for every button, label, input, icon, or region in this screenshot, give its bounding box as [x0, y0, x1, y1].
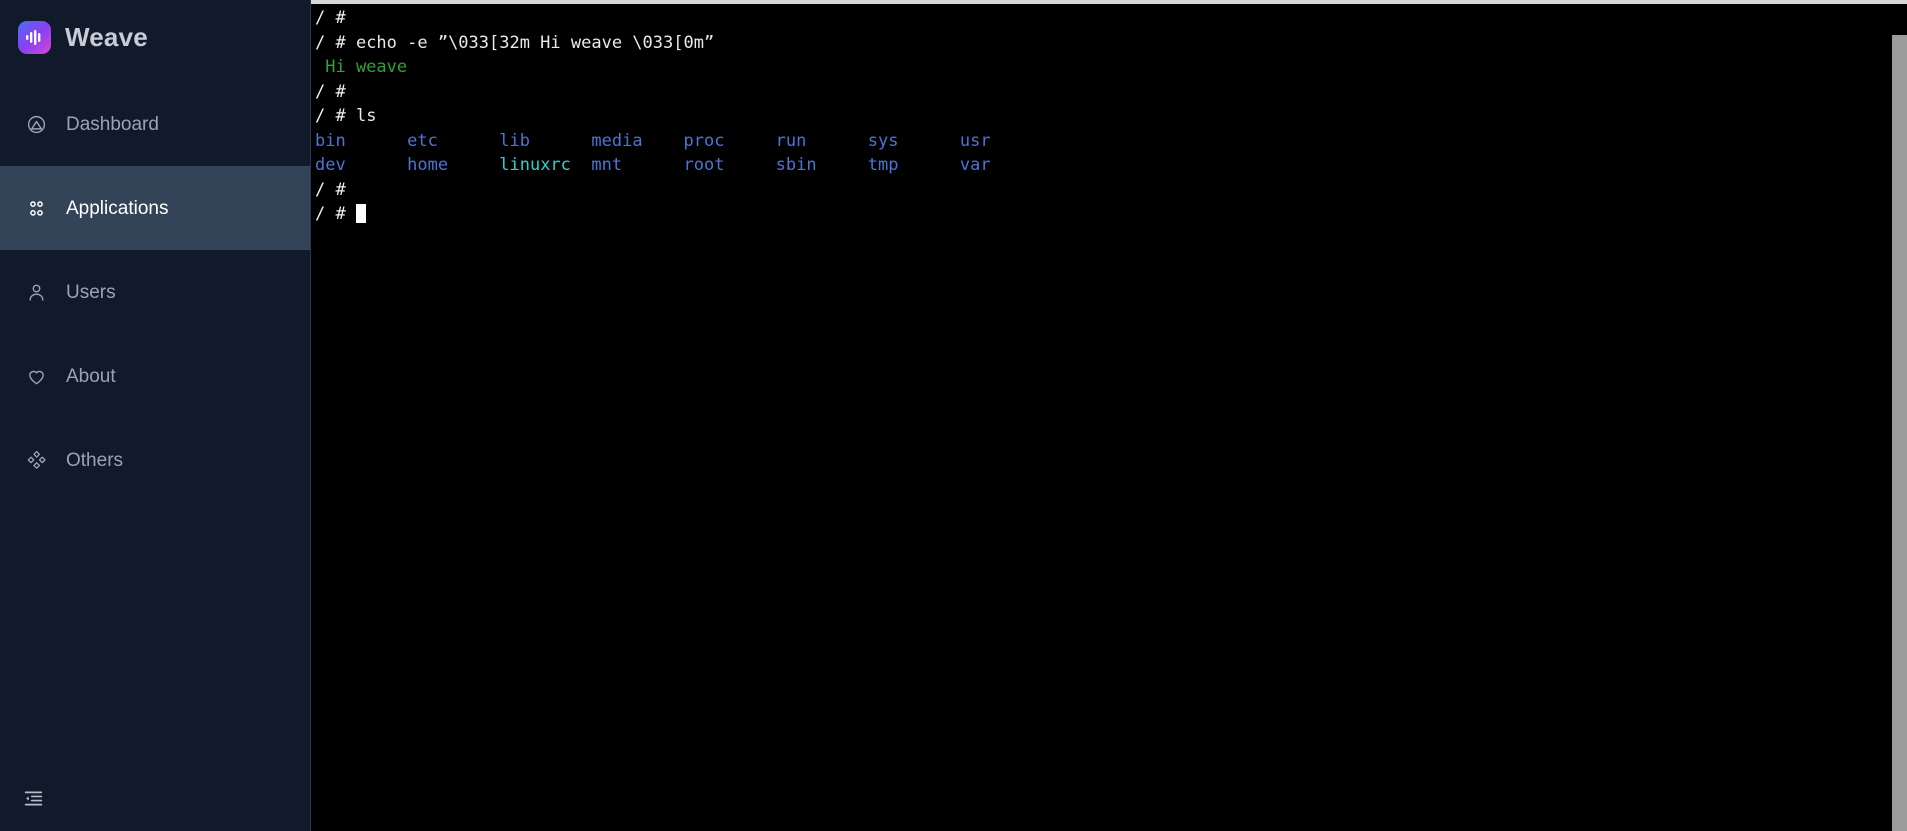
app-root: Weave Dashboard Applications Users About…	[0, 0, 1907, 831]
terminal-text: proc	[683, 130, 776, 151]
terminal-cursor	[355, 204, 366, 223]
gauge-icon	[25, 113, 47, 135]
terminal-line: dev home linuxrc mnt root sbin tmp var	[311, 153, 1907, 178]
terminal-text: tmp	[867, 155, 960, 175]
terminal-text: var	[959, 155, 1052, 175]
terminal-line: / #	[311, 178, 1907, 203]
terminal-text: sys	[867, 130, 960, 151]
terminal-text: / #	[315, 8, 356, 28]
sidebar-item-label: Dashboard	[66, 113, 159, 135]
terminal-text: home	[407, 155, 500, 175]
sidebar-item-label: Users	[66, 281, 116, 303]
terminal-text: / #	[315, 32, 356, 53]
sidebar-item-label: Others	[66, 449, 124, 471]
brand: Weave	[0, 0, 310, 62]
grid-dots-icon	[25, 197, 47, 219]
collapse-sidebar-icon[interactable]	[22, 787, 44, 809]
waveform-icon	[18, 20, 51, 54]
terminal-scrollbar[interactable]	[1891, 4, 1907, 831]
terminal-text: Hi weave	[315, 57, 408, 77]
terminal-text: / #	[315, 179, 356, 200]
sidebar-footer	[0, 765, 310, 831]
terminal-line: bin etc lib media proc run sys usr	[311, 129, 1907, 154]
terminal-line: / # echo -e ”\033[32m Hi weave \033[0m”	[311, 31, 1907, 56]
heart-icon	[25, 365, 47, 387]
terminal-text: lib	[499, 130, 592, 151]
terminal-line: / # ls	[311, 104, 1907, 129]
terminal-text: usr	[959, 130, 1052, 151]
diamonds-icon	[25, 449, 47, 471]
sidebar-item-about[interactable]: About	[0, 334, 310, 418]
terminal-text: linuxrc	[499, 155, 592, 175]
terminal-text: echo -e ”\033[32m Hi weave \033[0m”	[355, 32, 715, 53]
terminal-text: / #	[315, 204, 356, 224]
terminal-text: / #	[315, 106, 356, 126]
terminal-line: / #	[311, 80, 1907, 105]
sidebar-item-dashboard[interactable]: Dashboard	[0, 82, 310, 166]
sidebar-item-others[interactable]: Others	[0, 418, 310, 502]
sidebar-nav: Dashboard Applications Users About Other…	[0, 82, 310, 502]
sidebar-item-applications[interactable]: Applications	[0, 166, 310, 250]
terminal-text: sbin	[775, 155, 868, 175]
terminal-output[interactable]: / # / # echo -e ”\033[32m Hi weave \033[…	[311, 4, 1907, 831]
terminal-text: ls	[355, 106, 377, 126]
terminal-pane[interactable]: / # / # echo -e ”\033[32m Hi weave \033[…	[311, 0, 1907, 831]
terminal-text: root	[683, 155, 776, 175]
sidebar: Weave Dashboard Applications Users About…	[0, 0, 311, 831]
sidebar-item-users[interactable]: Users	[0, 250, 310, 334]
terminal-line: / #	[311, 6, 1907, 31]
terminal-text: etc	[407, 130, 500, 151]
terminal-text: bin	[315, 130, 408, 151]
user-icon	[25, 281, 47, 303]
terminal-text: mnt	[591, 155, 684, 175]
terminal-text: run	[775, 130, 868, 151]
terminal-text: / #	[315, 81, 356, 102]
terminal-line: / #	[311, 202, 1907, 227]
terminal-text: dev	[315, 155, 408, 175]
sidebar-item-label: About	[66, 365, 116, 387]
terminal-line: Hi weave	[311, 55, 1907, 80]
brand-name: Weave	[65, 22, 148, 52]
sidebar-item-label: Applications	[66, 197, 169, 219]
terminal-text: media	[591, 130, 684, 151]
terminal-scrollbar-thumb[interactable]	[1892, 35, 1907, 831]
